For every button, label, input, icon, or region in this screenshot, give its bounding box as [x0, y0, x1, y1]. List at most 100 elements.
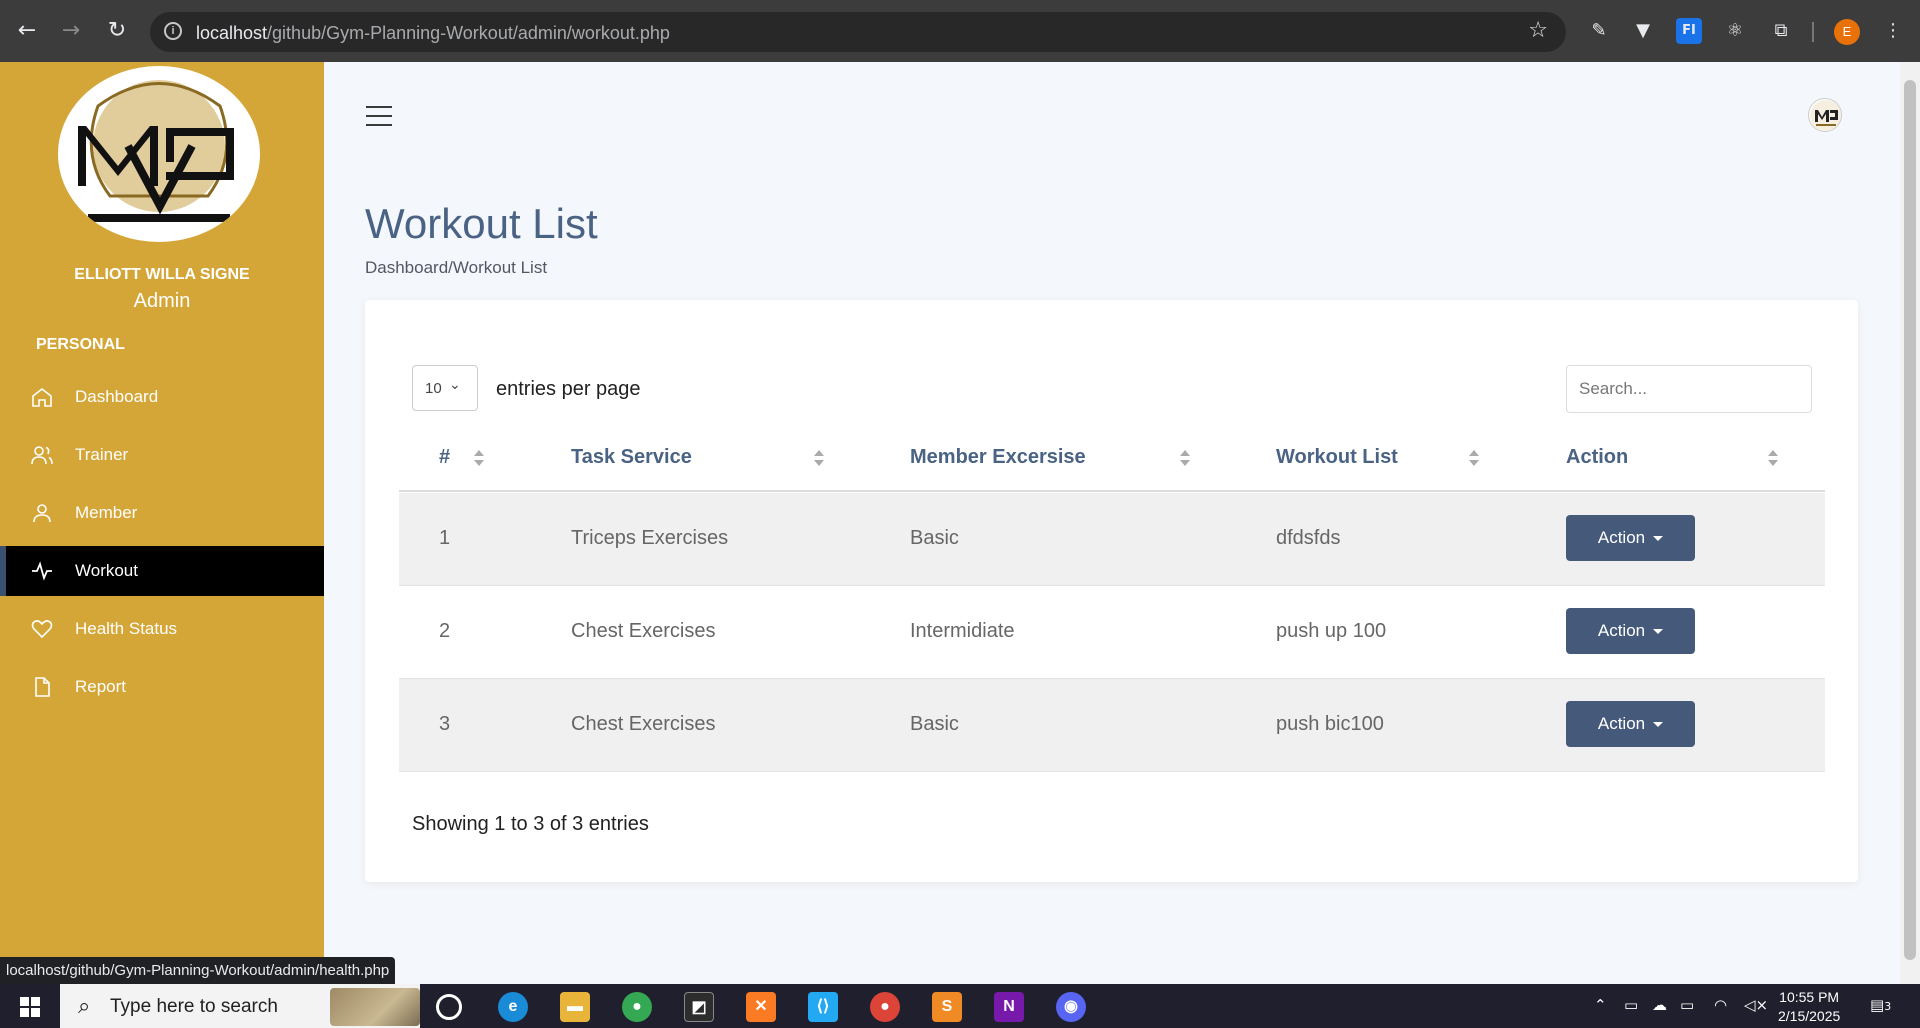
action-dropdown-button[interactable]: Action: [1566, 608, 1695, 654]
taskbar-search-placeholder: Type here to search: [110, 996, 278, 1017]
sort-icon[interactable]: [1180, 450, 1190, 468]
per-page-value: 10: [425, 380, 442, 397]
row-number: 1: [439, 527, 451, 549]
link-preview-status: localhost/github/Gym-Planning-Workout/ad…: [0, 957, 396, 985]
profile-avatar[interactable]: E: [1834, 19, 1860, 45]
entries-per-page-select[interactable]: 10 ⌄: [412, 365, 478, 411]
volume-muted-icon[interactable]: ◁×: [1744, 996, 1768, 1014]
clock-date: 2/15/2025: [1778, 1008, 1841, 1024]
url-host: localhost: [196, 23, 268, 43]
avatar[interactable]: [1808, 98, 1842, 132]
menu-toggle-icon[interactable]: [366, 106, 392, 126]
sort-icon[interactable]: [474, 450, 484, 468]
browser-menu-icon[interactable]: ⋮: [1880, 18, 1906, 44]
table-header: # Task Service Member Excersise Workout …: [399, 420, 1825, 492]
column-header-member-exercise[interactable]: Member Excersise: [910, 446, 1086, 469]
caret-down-icon: [1653, 536, 1664, 542]
bookmark-star-icon[interactable]: ☆: [1528, 18, 1548, 43]
column-header-action[interactable]: Action: [1566, 446, 1628, 469]
sort-icon[interactable]: [1768, 450, 1778, 468]
url-text[interactable]: localhost/github/Gym-Planning-Workout/ad…: [196, 23, 670, 44]
fi-extension-icon[interactable]: FI: [1676, 18, 1702, 44]
scrollbar-thumb[interactable]: [1904, 80, 1916, 960]
address-bar[interactable]: i localhost/github/Gym-Planning-Workout/…: [150, 12, 1566, 52]
sidebar-item-label: Member: [75, 503, 138, 522]
vscode-icon[interactable]: ⟨⟩: [808, 992, 838, 1022]
main-topbar: [324, 62, 1900, 168]
sidebar-item-label: Dashboard: [75, 387, 159, 406]
sidebar-item-label: Report: [75, 677, 127, 696]
column-header-number[interactable]: #: [439, 446, 450, 469]
column-header-workout-list[interactable]: Workout List: [1276, 446, 1398, 469]
row-workout-list: push up 100: [1276, 620, 1387, 642]
extensions-puzzle-icon[interactable]: ⧉: [1768, 18, 1794, 44]
taskbar-clock[interactable]: 10:55 PM 2/15/2025: [1778, 988, 1840, 1026]
xampp-icon[interactable]: ✕: [746, 992, 776, 1022]
caret-down-icon: [1653, 722, 1664, 728]
row-member-exercise: Intermidiate: [910, 620, 1015, 642]
file-explorer-icon[interactable]: ▬: [560, 992, 590, 1022]
table-info: Showing 1 to 3 of 3 entries: [412, 813, 649, 835]
sidebar-item-report[interactable]: Report: [0, 662, 324, 712]
sort-icon[interactable]: [814, 450, 824, 468]
cortana-icon[interactable]: [436, 994, 462, 1020]
clock-time: 10:55 PM: [1779, 989, 1840, 1005]
row-number: 2: [439, 620, 451, 642]
row-member-exercise: Basic: [910, 527, 959, 549]
onenote-icon[interactable]: N: [994, 992, 1024, 1022]
sidebar-item-dashboard[interactable]: Dashboard: [0, 372, 324, 422]
search-highlight-image: [330, 988, 420, 1026]
chrome-icon[interactable]: ●: [622, 992, 652, 1022]
workout-table-card: 10 ⌄ entries per page # Task Service Mem…: [365, 300, 1858, 882]
users-icon: [31, 446, 53, 465]
row-task-service: Triceps Exercises: [571, 527, 729, 549]
edge-icon[interactable]: e: [498, 992, 528, 1022]
home-icon: [32, 387, 52, 407]
action-dropdown-button[interactable]: Action: [1566, 515, 1695, 561]
chrome-profile-icon[interactable]: ●: [870, 992, 900, 1022]
action-button-label: Action: [1597, 714, 1646, 733]
sublime-text-icon[interactable]: S: [932, 992, 962, 1022]
table-row: 2 Chest Exercises Intermidiate push up 1…: [399, 586, 1825, 679]
meet-now-icon[interactable]: ▭: [1624, 996, 1638, 1014]
row-workout-list: push bic100: [1276, 713, 1384, 735]
battery-icon[interactable]: ▭: [1680, 996, 1694, 1014]
vue-extension-icon[interactable]: ▼: [1630, 18, 1656, 44]
onedrive-icon[interactable]: ☁: [1652, 996, 1667, 1014]
search-input[interactable]: [1566, 365, 1812, 413]
action-dropdown-button[interactable]: Action: [1566, 701, 1695, 747]
taskbar-search[interactable]: ⌕ Type here to search: [60, 984, 420, 1028]
sort-icon[interactable]: [1469, 450, 1479, 468]
toolbar-divider: [1812, 22, 1814, 42]
sidebar-item-trainer[interactable]: Trainer: [0, 430, 324, 480]
breadcrumb[interactable]: Dashboard/Workout List: [365, 258, 547, 278]
sidebar-item-health-status[interactable]: Health Status: [0, 604, 324, 654]
file-icon: [35, 677, 50, 697]
table-row: 3 Chest Exercises Basic push bic100 Acti…: [399, 679, 1825, 772]
row-task-service: Chest Exercises: [571, 713, 716, 735]
discord-icon[interactable]: ◉: [1056, 992, 1086, 1022]
gym-logo: [58, 66, 260, 242]
sidebar-item-workout[interactable]: Workout: [0, 546, 324, 596]
sticky-notes-icon[interactable]: ◩: [684, 992, 714, 1022]
reload-icon[interactable]: ↻: [102, 16, 132, 46]
tray-overflow-icon[interactable]: ⌃: [1594, 996, 1607, 1014]
search-icon: ⌕: [78, 994, 91, 1019]
eyedropper-extension-icon[interactable]: ✎: [1586, 18, 1612, 44]
sidebar-item-label: Health Status: [75, 619, 178, 638]
sidebar-item-member[interactable]: Member: [0, 488, 324, 538]
notification-center-icon[interactable]: ▤3: [1870, 996, 1891, 1014]
site-info-icon[interactable]: i: [164, 22, 182, 40]
row-workout-list: dfdsfds: [1276, 527, 1341, 549]
column-header-task-service[interactable]: Task Service: [571, 446, 692, 469]
wifi-icon[interactable]: ◠: [1714, 996, 1727, 1014]
page-scrollbar[interactable]: [1900, 62, 1920, 984]
forward-icon[interactable]: →: [56, 16, 86, 46]
back-icon[interactable]: ←: [12, 16, 42, 46]
action-button-label: Action: [1597, 621, 1646, 640]
page-title: Workout List: [365, 200, 598, 247]
url-path: /github/Gym-Planning-Workout/admin/worko…: [267, 23, 670, 43]
react-extension-icon[interactable]: ⚛: [1722, 18, 1748, 44]
windows-start-icon[interactable]: [20, 997, 40, 1017]
table-row: 1 Triceps Exercises Basic dfdsfds Action: [399, 493, 1825, 586]
